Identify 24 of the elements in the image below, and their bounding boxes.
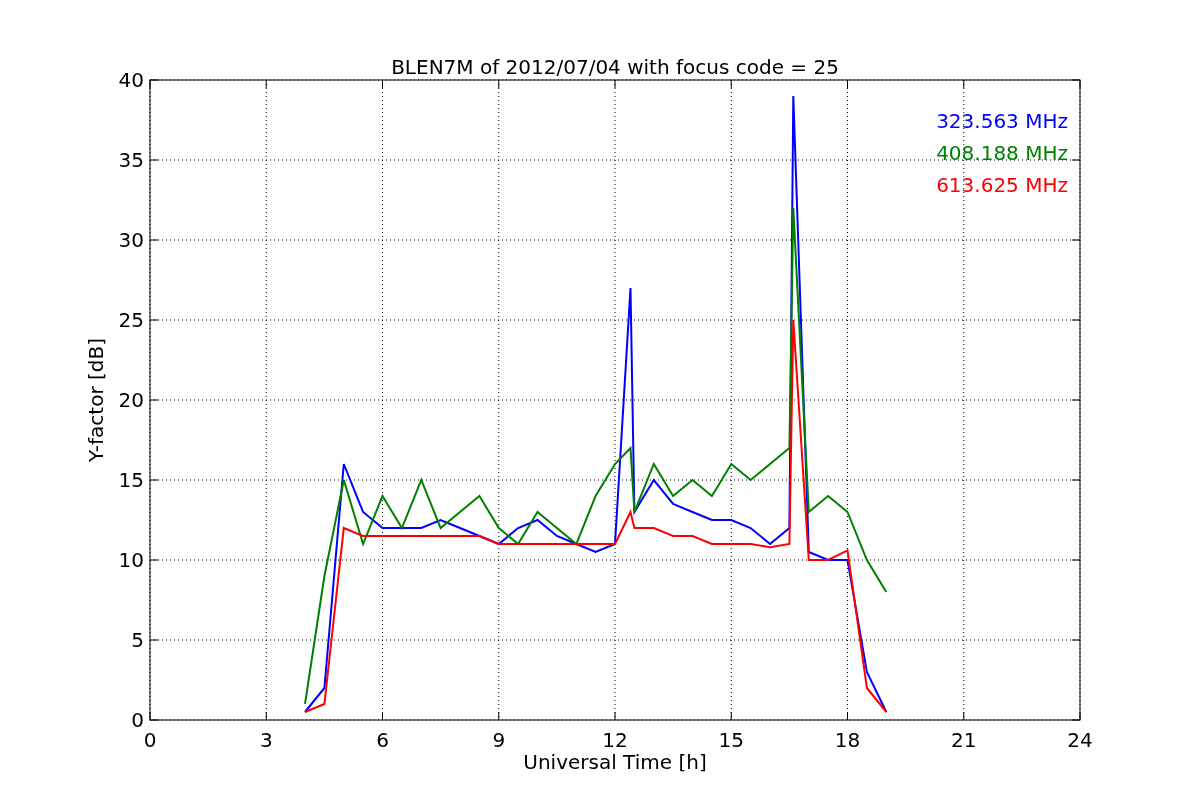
y-tick-label: 10 bbox=[118, 548, 144, 572]
y-tick-label: 20 bbox=[118, 388, 144, 412]
x-tick-label: 21 bbox=[951, 728, 977, 752]
x-tick-label: 15 bbox=[718, 728, 744, 752]
chart-title: BLEN7M of 2012/07/04 with focus code = 25 bbox=[391, 55, 839, 79]
y-tick-label: 0 bbox=[131, 708, 144, 732]
y-tick-label: 5 bbox=[131, 628, 144, 652]
y-tick-label: 35 bbox=[118, 148, 144, 172]
x-tick-label: 9 bbox=[492, 728, 506, 752]
x-axis-label: Universal Time [h] bbox=[523, 750, 707, 774]
legend-label: 408.188 MHz bbox=[936, 141, 1068, 165]
legend-label: 323.563 MHz bbox=[936, 109, 1068, 133]
x-tick-label: 6 bbox=[376, 728, 389, 752]
x-tick-label: 0 bbox=[143, 728, 157, 752]
y-tick-label: 15 bbox=[118, 468, 144, 492]
x-tick-label: 3 bbox=[259, 728, 273, 752]
x-tick-label: 18 bbox=[834, 728, 861, 752]
y-tick-label: 40 bbox=[118, 68, 144, 92]
y-tick-label: 30 bbox=[118, 228, 144, 252]
x-tick-label: 24 bbox=[1067, 728, 1093, 752]
x-tick-label: 12 bbox=[602, 728, 628, 752]
y-tick-label: 25 bbox=[118, 308, 144, 332]
legend-label: 613.625 MHz bbox=[936, 173, 1068, 197]
y-axis-label: Y-factor [dB] bbox=[84, 338, 108, 462]
